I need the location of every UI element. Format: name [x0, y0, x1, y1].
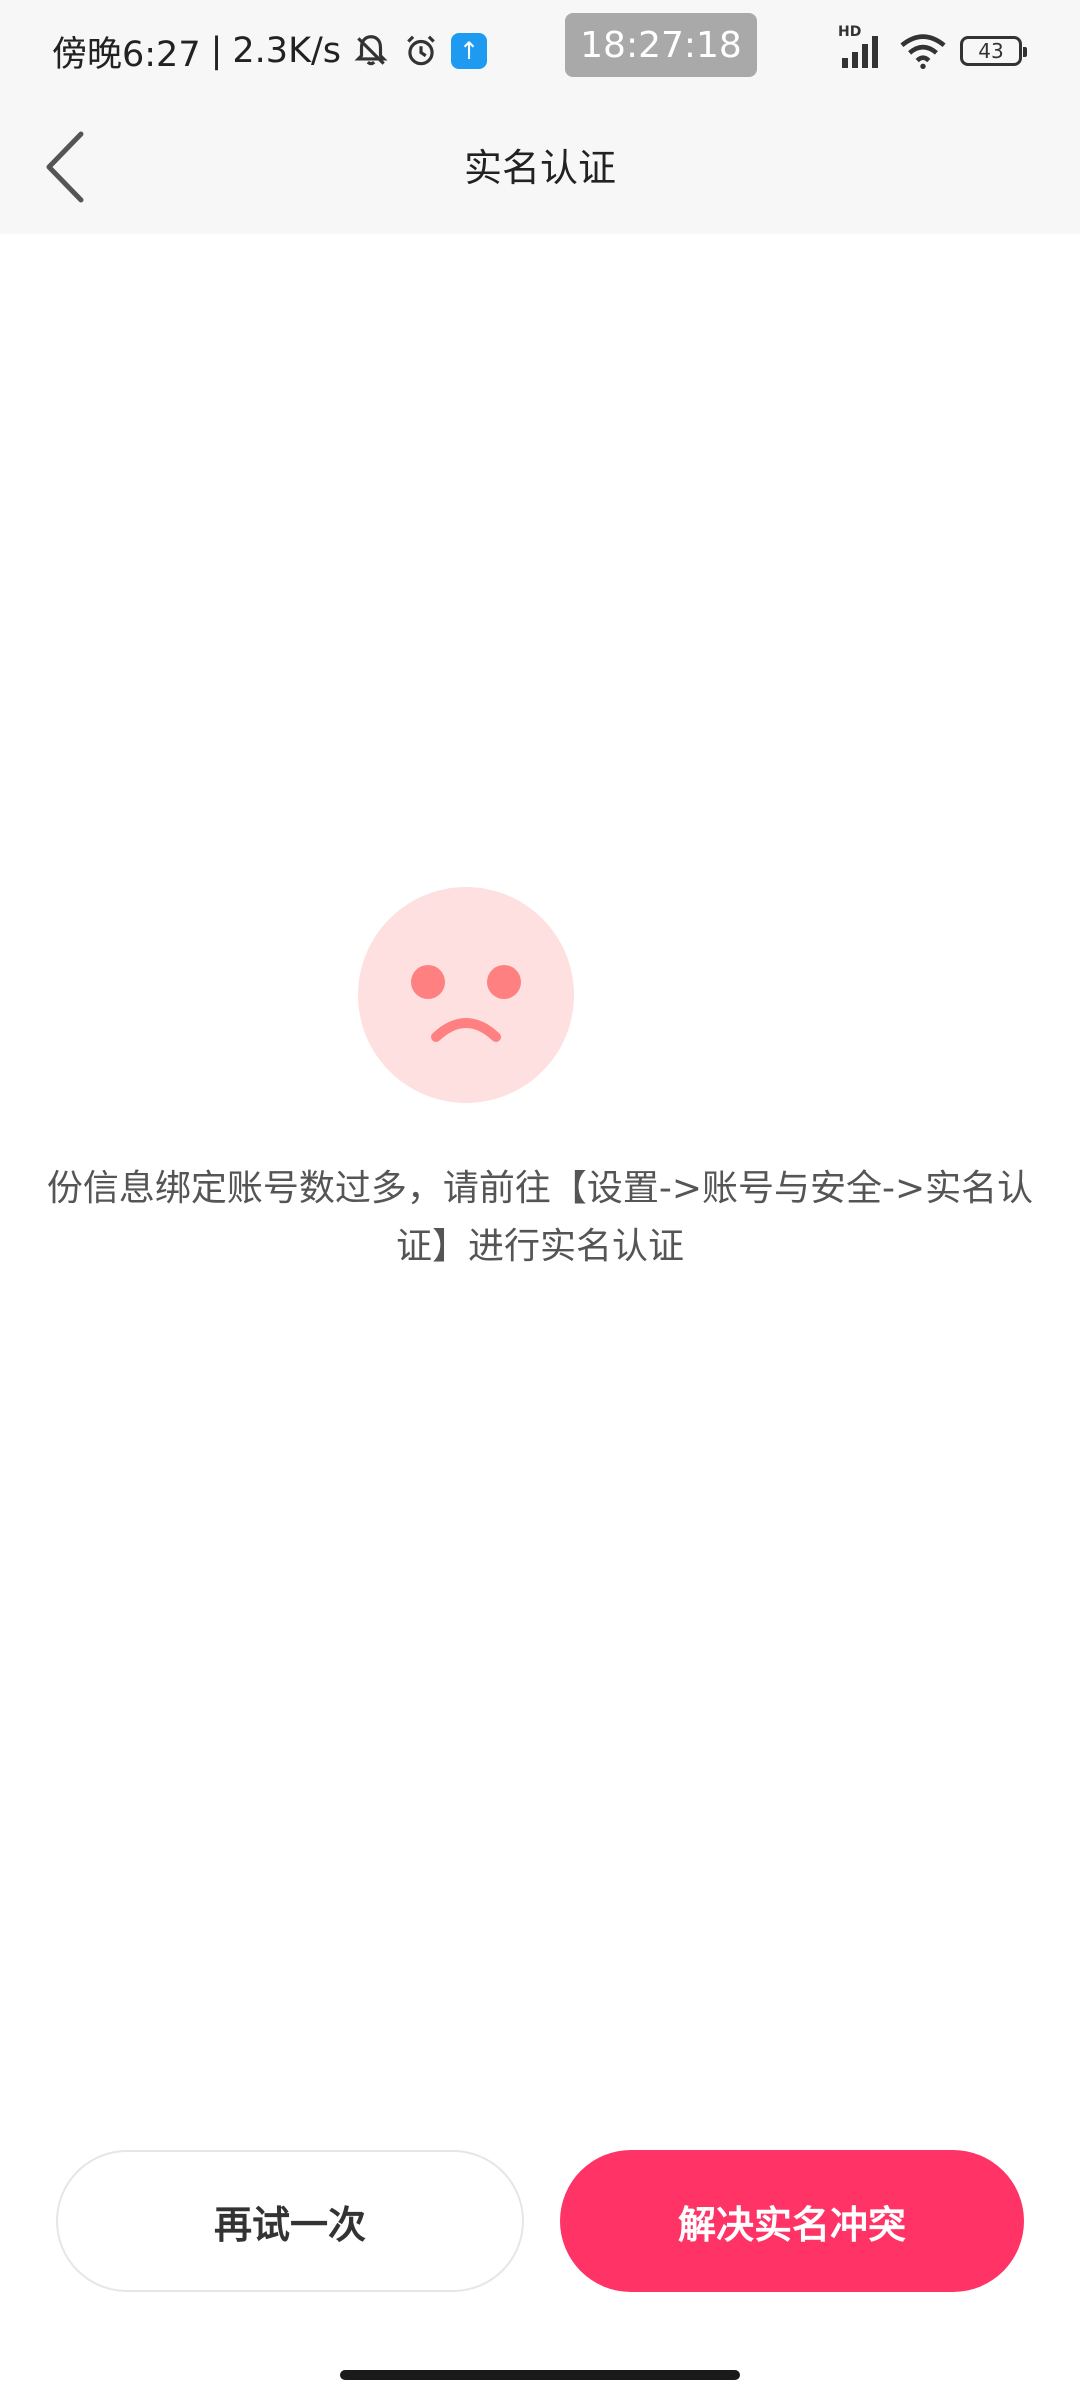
nav-bar: 实名认证 [0, 102, 1080, 234]
network-speed: 2.3K/s [232, 31, 342, 71]
status-separator: | [210, 31, 223, 71]
home-indicator[interactable] [340, 2370, 740, 2380]
app-upload-icon: ↑ [451, 33, 488, 69]
status-left: 傍晚6:27 | 2.3K/s ↑ [52, 26, 488, 76]
hd-signal-icon: HD [838, 24, 886, 68]
retry-button[interactable]: 再试一次 [56, 2150, 524, 2292]
status-time: 傍晚6:27 [52, 34, 201, 75]
status-right: HD 43 [838, 24, 1027, 74]
error-message: 份信息绑定账号数过多，请前往【设置->账号与安全->实名认证】进行实名认证 [46, 1168, 1034, 1267]
resolve-conflict-button[interactable]: 解决实名冲突 [560, 2150, 1024, 2292]
battery-icon: 43 [960, 36, 1027, 66]
status-bar: 傍晚6:27 | 2.3K/s ↑ 18:27:18 HD 43 [0, 0, 1080, 102]
hd-label: HD [838, 24, 862, 40]
sad-face-icon [358, 887, 574, 1103]
alarm-icon [401, 31, 441, 71]
muted-bell-icon [351, 31, 391, 71]
time-pill: 18:27:18 [565, 13, 757, 77]
battery-level: 43 [978, 39, 1004, 63]
wifi-icon [900, 33, 946, 69]
page-title: 实名认证 [463, 146, 616, 190]
